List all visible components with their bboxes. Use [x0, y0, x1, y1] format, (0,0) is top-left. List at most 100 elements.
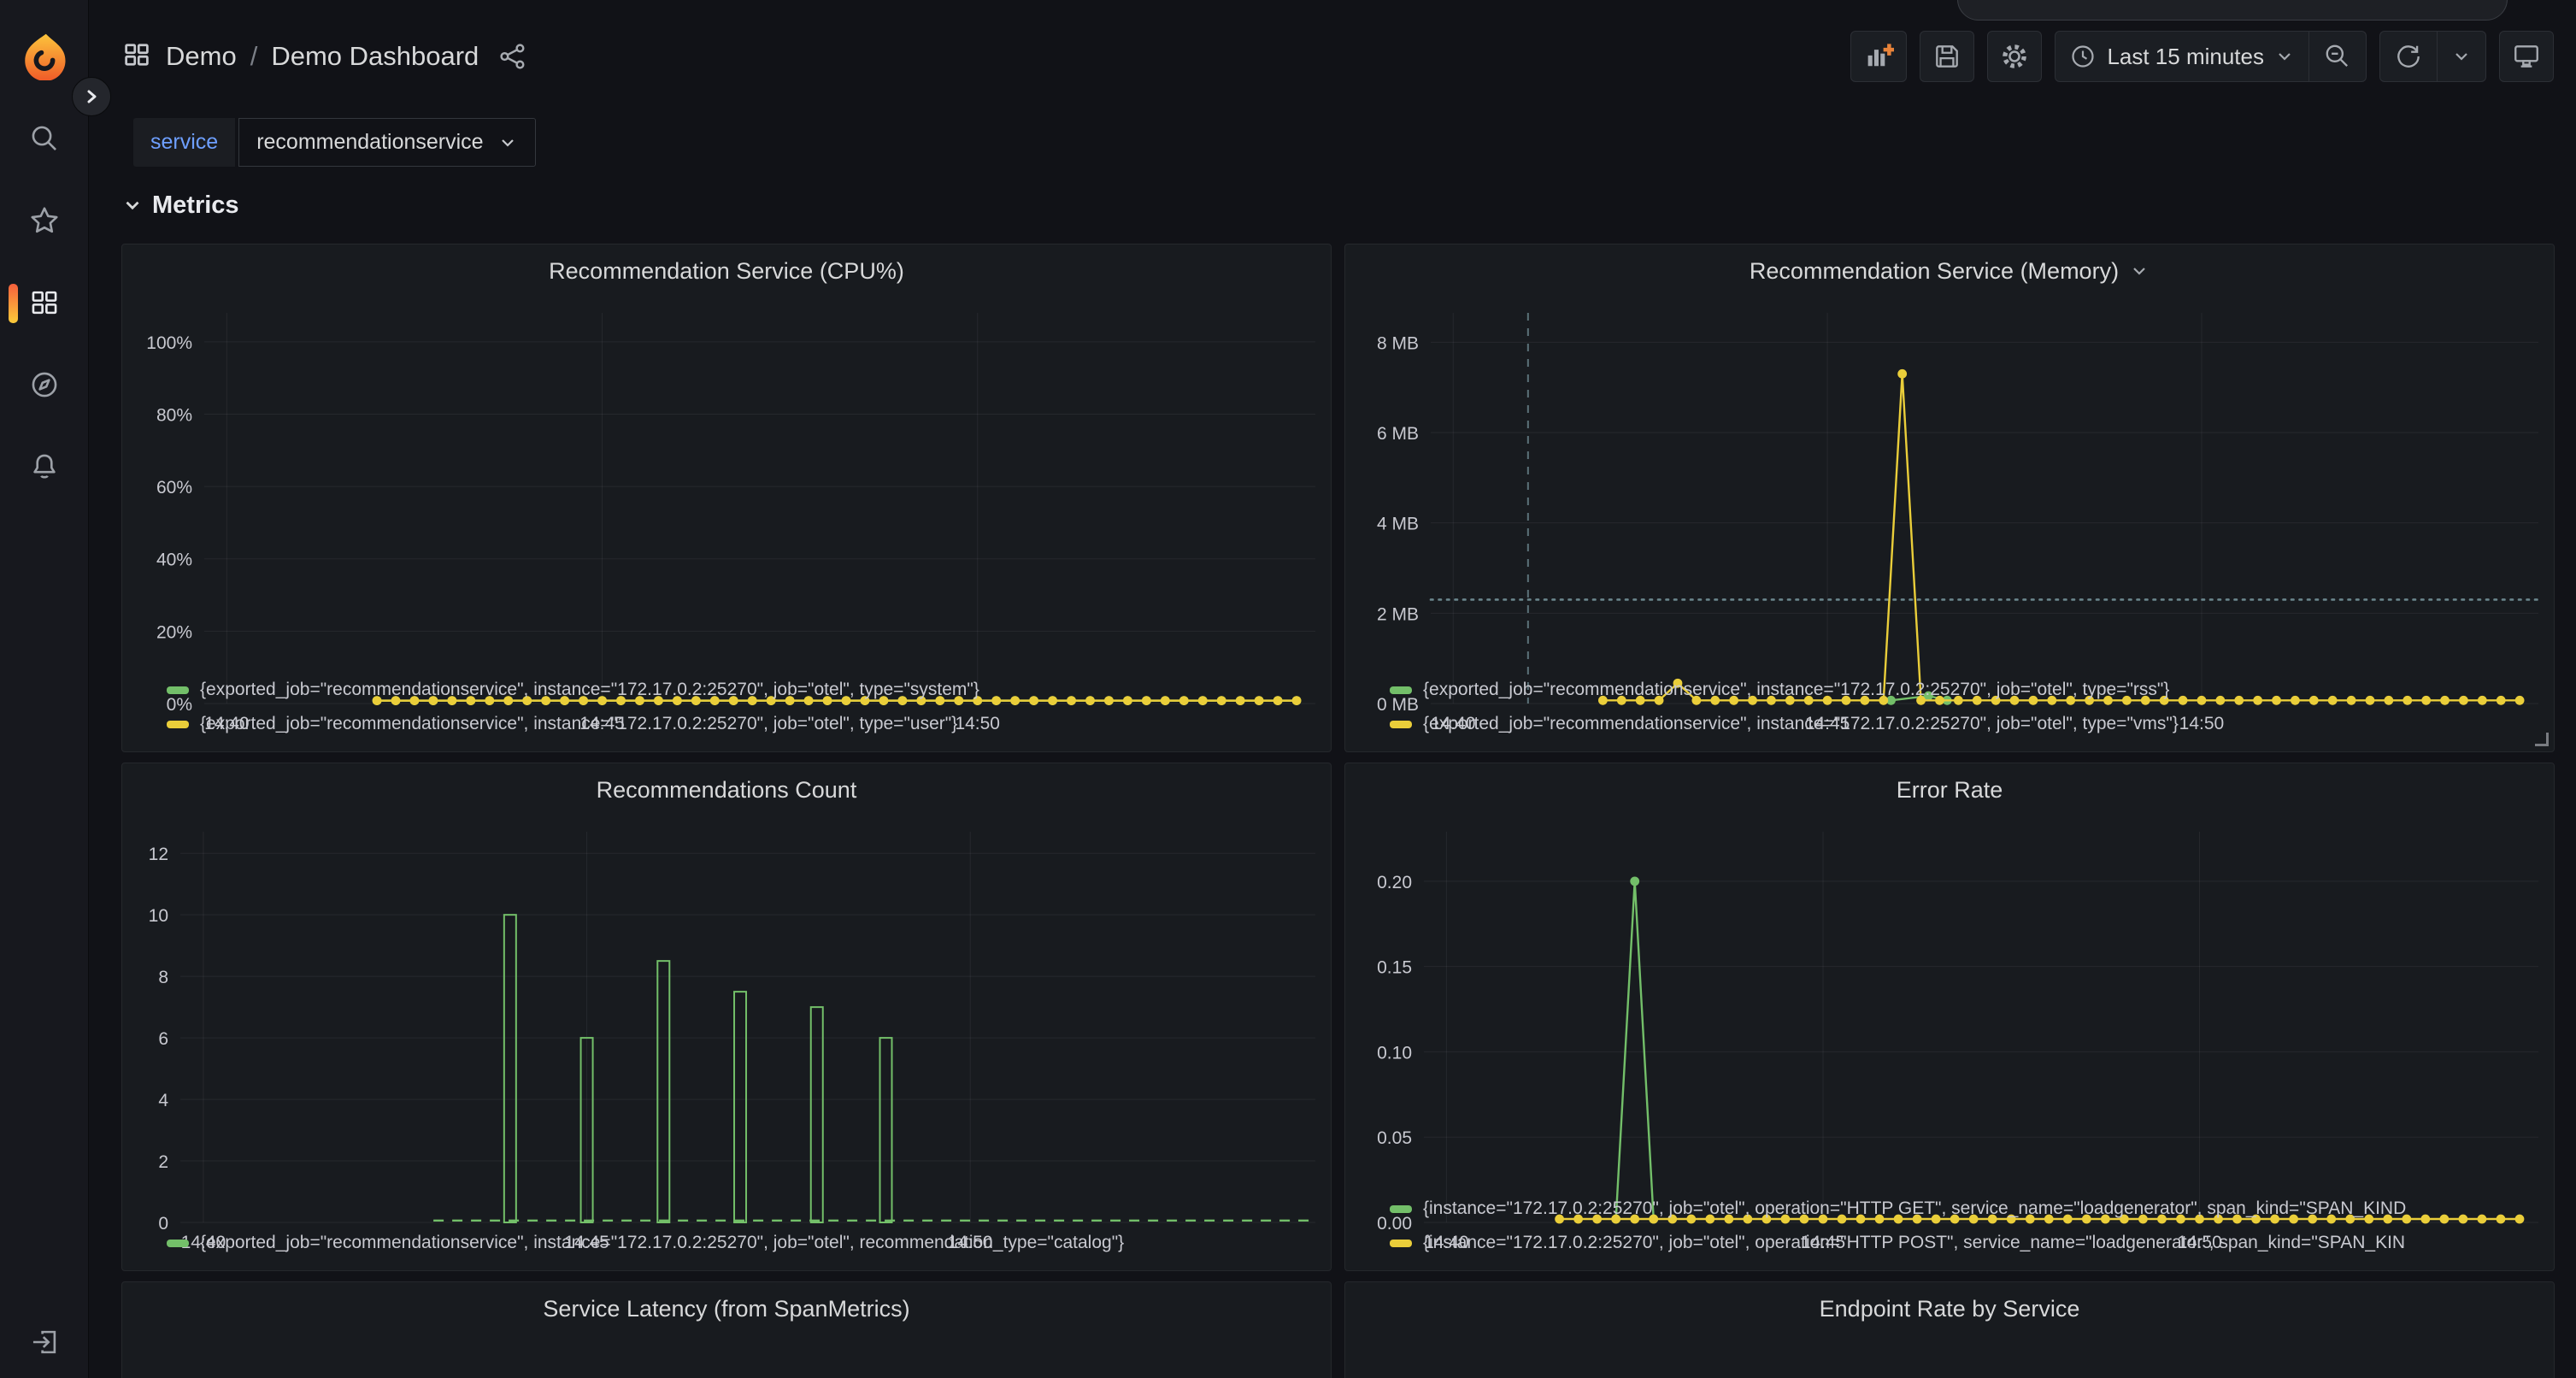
zoom-out-button[interactable] — [2308, 32, 2366, 81]
breadcrumb-folder[interactable]: Demo — [166, 41, 237, 72]
panel-endpoint-rate: Endpoint Rate by Service — [1344, 1281, 2555, 1378]
dashboards-icon[interactable] — [0, 272, 89, 333]
legend-label: {instance="172.17.0.2:25270", job="otel"… — [1423, 1233, 2405, 1253]
legend-swatch — [1390, 1205, 1412, 1213]
row-title: Metrics — [152, 191, 239, 220]
dashboards-grid-icon — [121, 39, 152, 74]
panel-recommendations-count: Recommendations Count 02468101214:4014:4… — [121, 763, 1332, 1271]
legend-swatch — [167, 1240, 189, 1247]
refresh-button[interactable] — [2380, 32, 2437, 81]
chevron-down-icon — [497, 132, 518, 153]
panel-recommendation-cpu: Recommendation Service (CPU%) 0%20%40%60… — [121, 244, 1332, 752]
legend-label: {exported_job="recommendationservice", i… — [200, 1233, 1124, 1253]
panel-header[interactable]: Recommendations Count — [122, 763, 1331, 816]
memory-legend: {exported_job="recommendationservice", i… — [1345, 671, 2554, 751]
svg-text:0.20: 0.20 — [1377, 873, 1412, 892]
dashboard-toolbar: Last 15 minutes — [1850, 31, 2554, 82]
legend-label: {exported_job="recommendationservice", i… — [1423, 680, 2169, 700]
panel-service-latency: Service Latency (from SpanMetrics) — [121, 1281, 1332, 1378]
chevron-down-icon — [2274, 46, 2295, 67]
legend-label: {exported_job="recommendationservice", i… — [200, 714, 957, 734]
legend-swatch — [167, 721, 189, 728]
share-icon[interactable] — [497, 41, 528, 72]
panel-title[interactable]: Recommendation Service (CPU%) — [549, 258, 904, 285]
grafana-logo[interactable] — [21, 32, 68, 80]
legend-swatch — [1390, 1240, 1412, 1247]
svg-text:6: 6 — [158, 1029, 168, 1049]
legend-label: {exported_job="recommendationservice", i… — [200, 680, 979, 700]
svg-text:60%: 60% — [156, 478, 192, 498]
svg-text:0.05: 0.05 — [1377, 1128, 1412, 1148]
legend-item[interactable]: {exported_job="recommendationservice", i… — [167, 1226, 1320, 1260]
memory-chart[interactable]: 0 MB2 MB4 MB6 MB8 MB14:4014:4514:50 — [1345, 297, 2554, 671]
error-rate-chart[interactable]: 0.000.050.100.150.2014:4014:4514:50 — [1345, 816, 2554, 1190]
variable-value-dropdown[interactable]: recommendationservice — [238, 118, 535, 167]
svg-text:8 MB: 8 MB — [1377, 333, 1419, 353]
legend-item[interactable]: {instance="172.17.0.2:25270", job="otel"… — [1390, 1192, 2544, 1226]
refresh-group — [2379, 31, 2486, 82]
svg-text:12: 12 — [149, 845, 168, 864]
sign-in-icon[interactable] — [0, 1311, 89, 1373]
expand-sidebar-button[interactable] — [72, 77, 111, 116]
svg-text:2 MB: 2 MB — [1377, 604, 1419, 624]
legend-item[interactable]: {exported_job="recommendationservice", i… — [167, 707, 1320, 741]
legend-item[interactable]: {exported_job="recommendationservice", i… — [1390, 673, 2544, 707]
variable-value: recommendationservice — [256, 130, 483, 155]
error-rate-legend: {instance="172.17.0.2:25270", job="otel"… — [1345, 1190, 2554, 1270]
cpu-chart[interactable]: 0%20%40%60%80%100%14:4014:4514:50 — [122, 297, 1331, 671]
legend-item[interactable]: {exported_job="recommendationservice", i… — [1390, 707, 2544, 741]
svg-text:0.15: 0.15 — [1377, 958, 1412, 978]
panel-title[interactable]: Error Rate — [1897, 777, 2003, 804]
legend-label: {exported_job="recommendationservice", i… — [1423, 714, 2179, 734]
breadcrumb-dashboard[interactable]: Demo Dashboard — [271, 41, 479, 72]
svg-text:4: 4 — [158, 1091, 168, 1110]
legend-swatch — [167, 686, 189, 694]
panel-header[interactable]: Recommendation Service (CPU%) — [122, 244, 1331, 297]
svg-text:80%: 80% — [156, 405, 192, 425]
panel-recommendation-memory: Recommendation Service (Memory) 0 MB2 MB… — [1344, 244, 2555, 752]
count-legend: {exported_job="recommendationservice", i… — [122, 1224, 1331, 1270]
legend-item[interactable]: {exported_job="recommendationservice", i… — [167, 673, 1320, 707]
refresh-interval-dropdown[interactable] — [2437, 32, 2485, 81]
panel-title[interactable]: Service Latency (from SpanMetrics) — [543, 1296, 909, 1322]
panel-header[interactable]: Service Latency (from SpanMetrics) — [122, 1282, 1331, 1335]
svg-text:2: 2 — [158, 1152, 168, 1172]
svg-text:0.10: 0.10 — [1377, 1043, 1412, 1063]
panel-title[interactable]: Recommendations Count — [597, 777, 857, 804]
save-dashboard-button[interactable] — [1920, 31, 1974, 82]
browser-popup-edge — [1957, 0, 2508, 21]
star-icon[interactable] — [0, 190, 89, 251]
chevron-down-icon — [121, 194, 144, 216]
svg-text:6 MB: 6 MB — [1377, 424, 1419, 444]
panel-menu-chevron-icon[interactable] — [2129, 261, 2150, 281]
sidebar — [0, 0, 89, 1378]
legend-label: {instance="172.17.0.2:25270", job="otel"… — [1423, 1198, 2406, 1219]
alerting-bell-icon[interactable] — [0, 436, 89, 498]
kiosk-mode-button[interactable] — [2499, 31, 2554, 82]
panel-resize-handle[interactable] — [2535, 733, 2549, 746]
variable-label[interactable]: service — [133, 118, 235, 167]
count-chart[interactable]: 02468101214:4014:4514:50 — [122, 816, 1331, 1224]
breadcrumb-separator: / — [250, 41, 258, 72]
search-icon[interactable] — [0, 108, 89, 169]
panel-title[interactable]: Recommendation Service (Memory) — [1750, 258, 2119, 285]
panel-header[interactable]: Error Rate — [1345, 763, 2554, 816]
time-range-picker[interactable]: Last 15 minutes — [2056, 32, 2308, 81]
explore-compass-icon[interactable] — [0, 354, 89, 415]
chevron-down-icon — [2451, 46, 2472, 67]
panel-header[interactable]: Recommendation Service (Memory) — [1345, 244, 2554, 297]
time-range-label: Last 15 minutes — [2107, 44, 2264, 70]
dashboard-settings-gear-icon[interactable] — [1987, 31, 2042, 82]
add-panel-button[interactable] — [1850, 31, 1907, 82]
svg-text:4 MB: 4 MB — [1377, 515, 1419, 534]
panel-title[interactable]: Endpoint Rate by Service — [1820, 1296, 2080, 1322]
panel-header[interactable]: Endpoint Rate by Service — [1345, 1282, 2554, 1335]
legend-item[interactable]: {instance="172.17.0.2:25270", job="otel"… — [1390, 1226, 2544, 1260]
cpu-legend: {exported_job="recommendationservice", i… — [122, 671, 1331, 751]
legend-swatch — [1390, 686, 1412, 694]
svg-text:10: 10 — [149, 906, 168, 926]
panel-error-rate: Error Rate 0.000.050.100.150.2014:4014:4… — [1344, 763, 2555, 1271]
svg-text:8: 8 — [158, 968, 168, 987]
row-metrics[interactable]: Metrics — [121, 185, 239, 226]
legend-swatch — [1390, 721, 1412, 728]
